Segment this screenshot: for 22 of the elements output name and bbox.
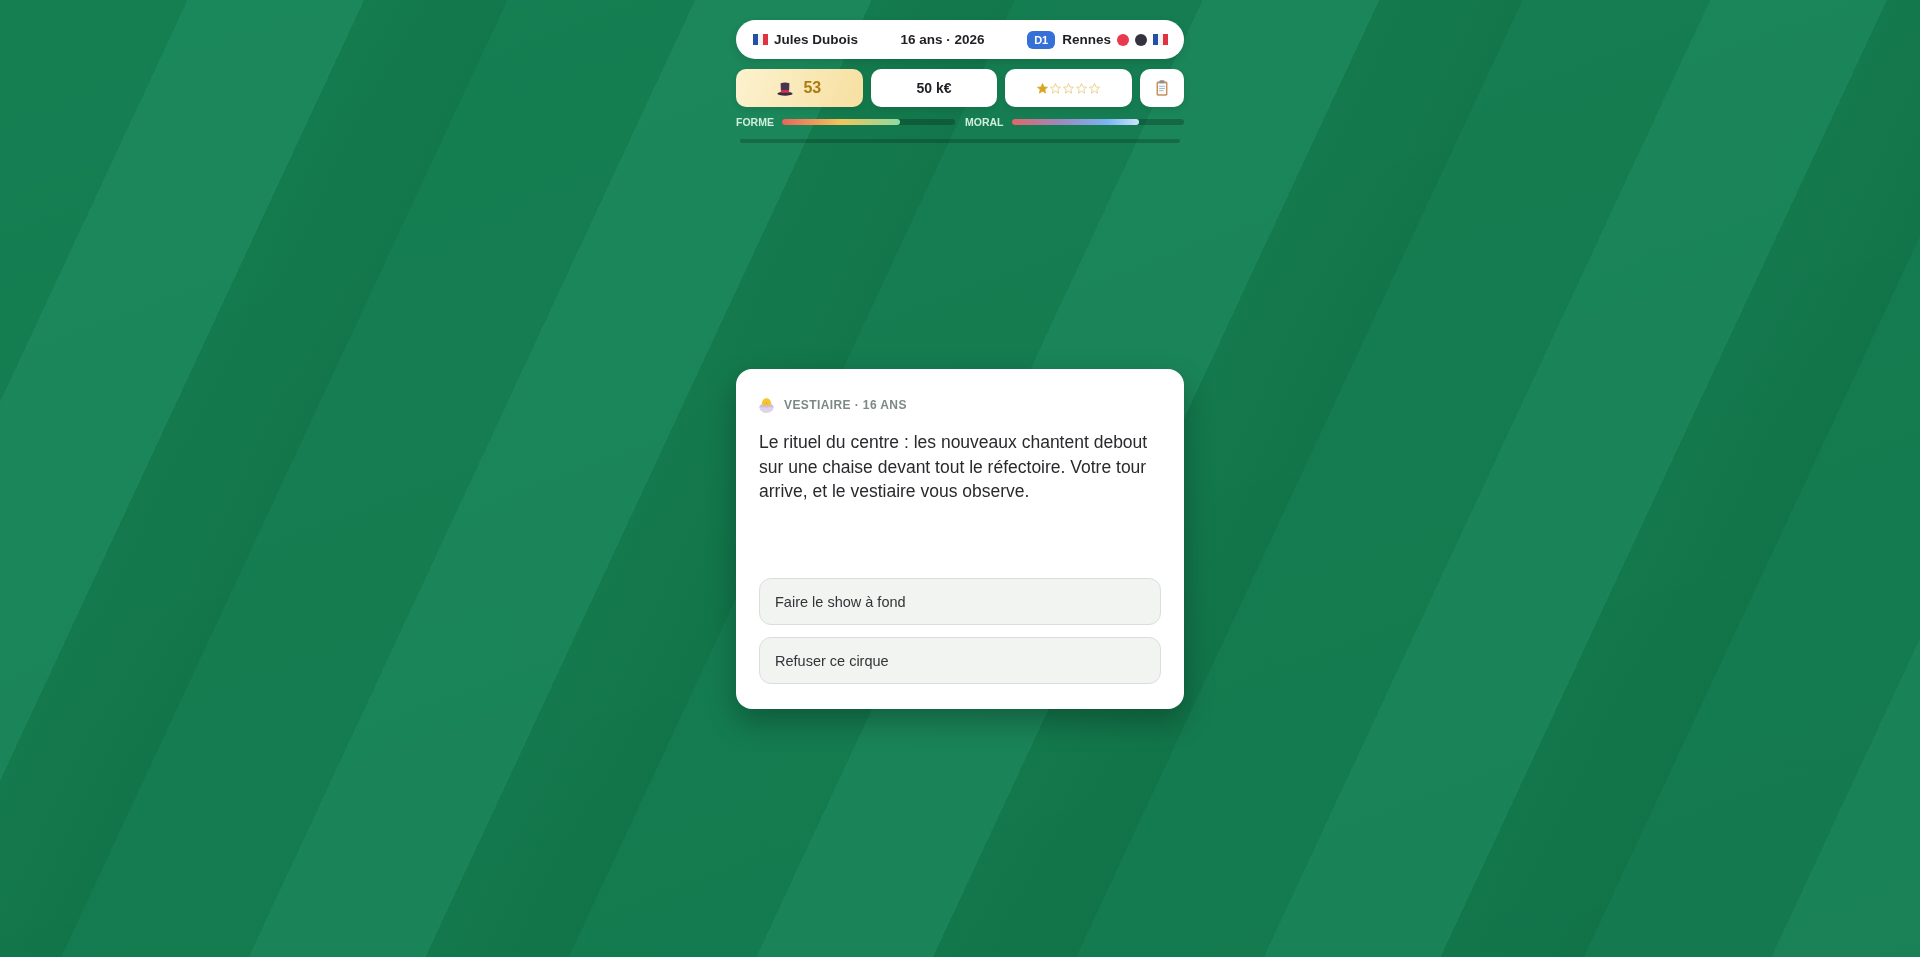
clipboard-icon	[1156, 80, 1168, 96]
empty-star-icon	[1089, 82, 1101, 94]
age-season-text: 16 ans · 2026	[900, 32, 985, 47]
hatching-chick-icon	[759, 397, 774, 413]
league-badge: D1	[1027, 30, 1056, 49]
club-name: Rennes	[1062, 32, 1111, 47]
money-value: 50 k€	[916, 80, 952, 96]
empty-star-icon	[1063, 82, 1075, 94]
top-hat-icon	[777, 80, 794, 96]
event-text: Le rituel du centre : les nouveaux chantent debout sur une chaise devant tout le réfectoire. Votre tour arrive, et le vestiaire vous observe.	[759, 431, 1149, 503]
french-flag-icon	[753, 34, 768, 45]
french-flag-icon	[1153, 34, 1168, 45]
clipboard-button[interactable]	[1140, 69, 1184, 107]
choice-button[interactable]: Faire le show à fond	[759, 578, 1161, 625]
gauge-label: MORAL	[965, 118, 1004, 126]
player-name: Jules Dubois	[774, 32, 859, 47]
gauge-label: FORME	[736, 118, 774, 126]
filled-star-icon	[1037, 82, 1049, 94]
empty-star-icon	[1076, 82, 1088, 94]
event-category: VESTIAIRE · 16 ANS	[784, 398, 907, 412]
choice-button[interactable]: Refuser ce cirque	[759, 637, 1161, 684]
rating-value: 53	[803, 79, 822, 97]
